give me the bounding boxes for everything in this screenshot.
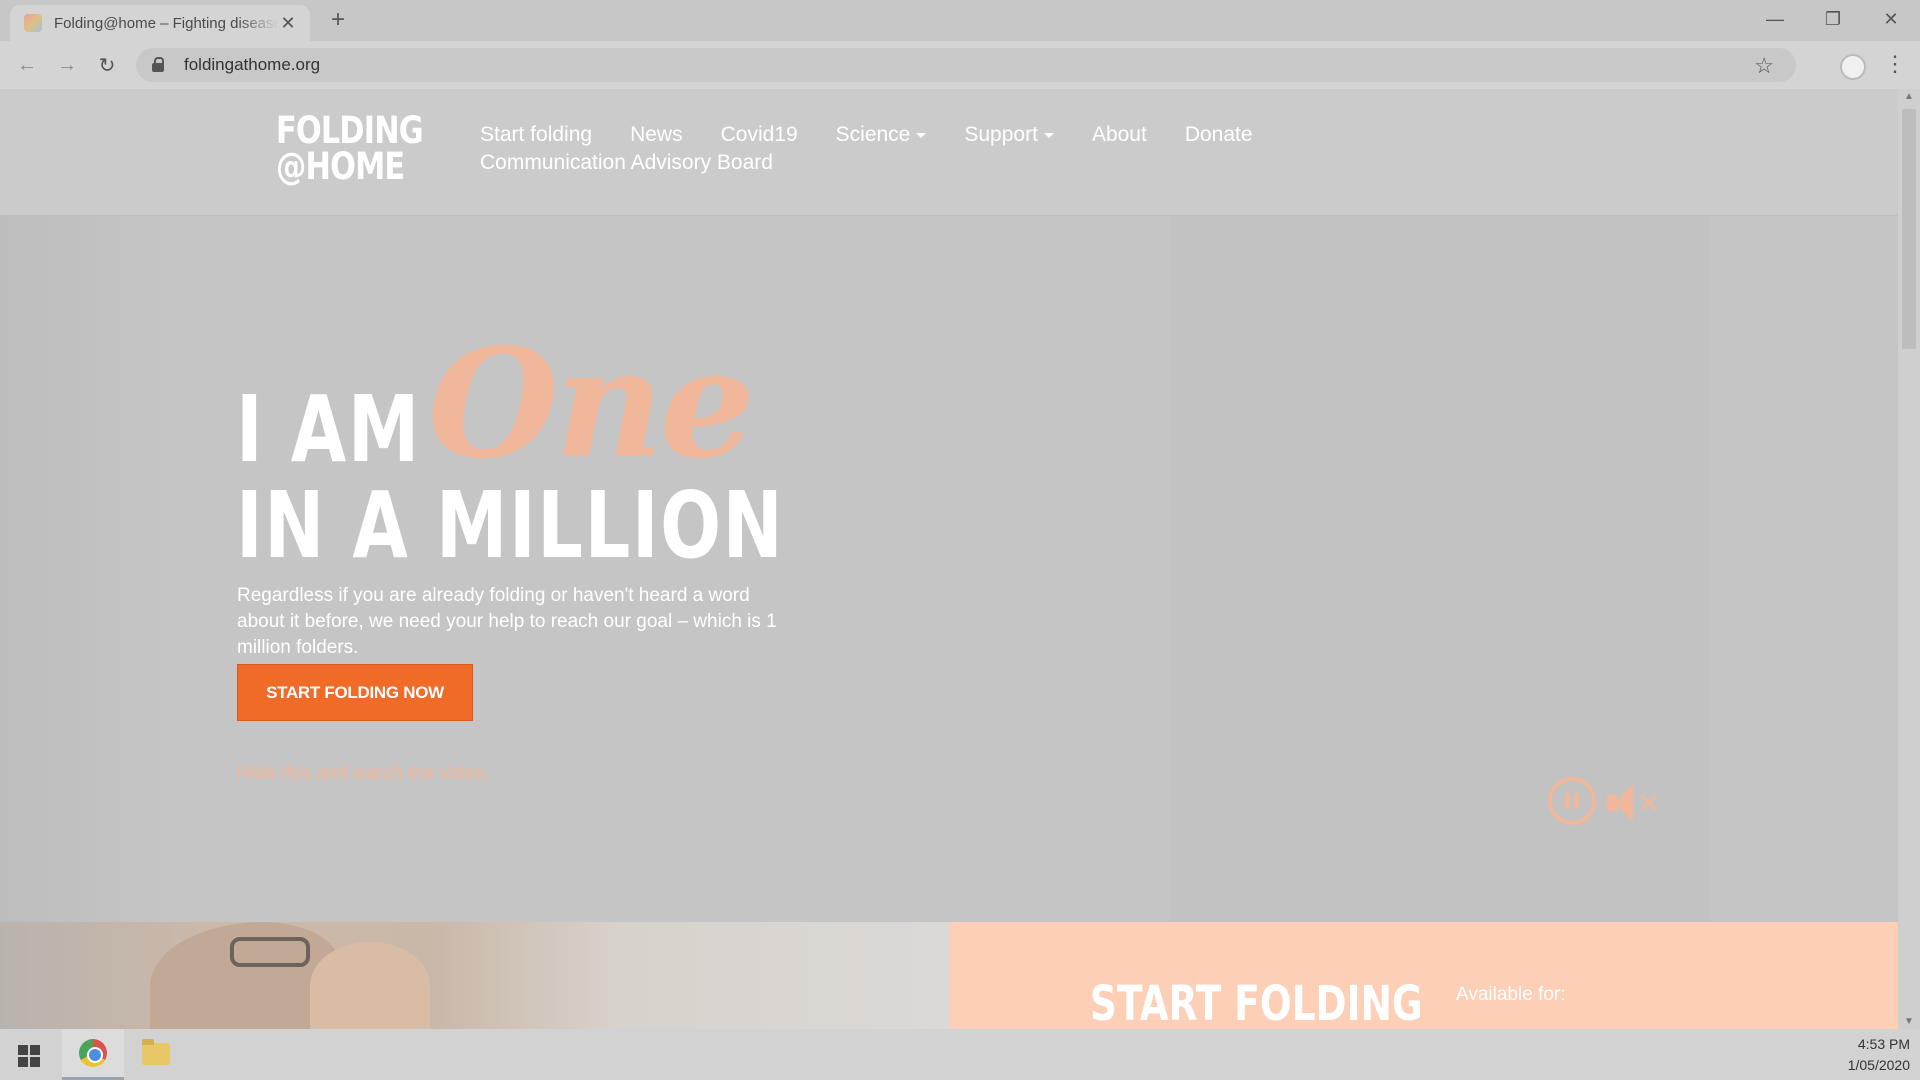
forward-arrow-icon[interactable]: → <box>53 51 81 79</box>
start-tile <box>30 1057 40 1067</box>
folding-favicon-icon <box>24 14 42 32</box>
chrome-icon <box>79 1039 107 1067</box>
browser-toolbar: ← → ↻ foldingathome.org ☆ ⋮ <box>0 41 1920 89</box>
profile-avatar-icon[interactable] <box>1840 54 1866 80</box>
start-tile <box>18 1045 28 1055</box>
nav-science-label: Science <box>835 123 911 146</box>
tab-title: Folding@home – Fighting disease <box>54 14 278 32</box>
new-tab-plus-icon[interactable]: + <box>325 7 351 33</box>
hero-video-background <box>0 216 170 922</box>
hero-headline-line-1: I AM <box>236 376 421 483</box>
menu-kebab-icon[interactable]: ⋮ <box>1884 51 1906 77</box>
nav-about[interactable]: About <box>1092 123 1147 147</box>
start-folding-heading: START FOLDING <box>1090 976 1423 1029</box>
folding-at-home-logo[interactable]: FOLDING @HOME <box>276 109 424 188</box>
nav-start-folding[interactable]: Start folding <box>480 123 592 147</box>
mute-x-icon: ✕ <box>1637 787 1661 820</box>
address-bar[interactable]: foldingathome.org ☆ <box>136 48 1796 82</box>
restore-icon[interactable]: ❐ <box>1804 0 1862 38</box>
caret-down-icon <box>1043 132 1054 138</box>
windows-taskbar: 4:53 PM 1/05/2020 <box>0 1029 1920 1080</box>
page-scrollbar[interactable]: ▲ ▼ <box>1898 89 1920 1029</box>
nav-covid19[interactable]: Covid19 <box>721 123 798 147</box>
start-folding-now-button[interactable]: START FOLDING NOW <box>237 664 473 721</box>
scroll-down-arrow-icon[interactable]: ▼ <box>1904 1016 1914 1027</box>
nav-donate[interactable]: Donate <box>1185 123 1253 147</box>
nav-news[interactable]: News <box>630 123 683 147</box>
site-header: FOLDING @HOME Start folding News Covid19… <box>0 89 1898 216</box>
hide-and-watch-video-link[interactable]: Hide this and watch the video. <box>237 763 491 785</box>
scrollbar-thumb[interactable] <box>1902 109 1916 349</box>
clock-time: 4:53 PM <box>1857 1036 1910 1052</box>
speaker-cone <box>1615 784 1633 822</box>
main-navigation: Start folding News Covid19 Science Suppo… <box>480 123 1300 175</box>
logo-line-2: @HOME <box>276 145 405 188</box>
minimize-icon[interactable]: — <box>1746 0 1804 38</box>
hero-headline-line-2: IN A MILLION <box>236 472 785 579</box>
browser-tab[interactable]: Folding@home – Fighting disease ✕ <box>10 5 310 41</box>
logo-line-1: FOLDING <box>276 109 424 152</box>
scroll-up-arrow-icon[interactable]: ▲ <box>1904 91 1914 102</box>
caret-down-icon <box>916 132 927 138</box>
hero-section: One I AM IN A MILLION Regardless if you … <box>0 216 1898 922</box>
photo-person-2 <box>310 942 430 1029</box>
nav-science[interactable]: Science <box>836 123 927 147</box>
folders-photo <box>0 922 950 1029</box>
hero-description: Regardless if you are already folding or… <box>237 585 777 658</box>
available-for-label: Available for: <box>1456 984 1566 1005</box>
taskbar-chrome-button[interactable] <box>62 1029 124 1080</box>
browser-tab-bar: Folding@home – Fighting disease ✕ + — ❐ … <box>0 0 1920 41</box>
url-text[interactable]: foldingathome.org <box>184 55 320 75</box>
hero-script-word: One <box>428 316 755 492</box>
windows-start-icon[interactable] <box>18 1045 40 1067</box>
start-folding-panel: START FOLDING Available for: <box>950 922 1898 1029</box>
system-clock[interactable]: 4:53 PM 1/05/2020 <box>1848 1034 1910 1076</box>
tab-close-icon[interactable]: ✕ <box>278 13 298 34</box>
start-tile <box>30 1045 40 1055</box>
clock-date: 1/05/2020 <box>1847 1057 1910 1073</box>
file-explorer-icon[interactable] <box>142 1039 170 1065</box>
pause-video-icon[interactable] <box>1548 777 1596 825</box>
nav-communication-advisory-board[interactable]: Communication Advisory Board <box>480 151 773 175</box>
close-window-icon[interactable]: ✕ <box>1862 0 1920 38</box>
page-viewport: FOLDING @HOME Start folding News Covid19… <box>0 89 1898 1029</box>
lock-icon[interactable] <box>152 57 166 73</box>
nav-support[interactable]: Support <box>964 123 1054 147</box>
photo-glasses <box>230 937 310 967</box>
start-tile <box>18 1057 28 1067</box>
reload-icon[interactable]: ↻ <box>93 51 121 79</box>
nav-support-label: Support <box>964 123 1038 146</box>
bookmark-star-icon[interactable]: ☆ <box>1754 53 1774 79</box>
muted-speaker-icon[interactable]: ✕ <box>1607 783 1661 823</box>
back-arrow-icon[interactable]: ← <box>13 51 41 79</box>
